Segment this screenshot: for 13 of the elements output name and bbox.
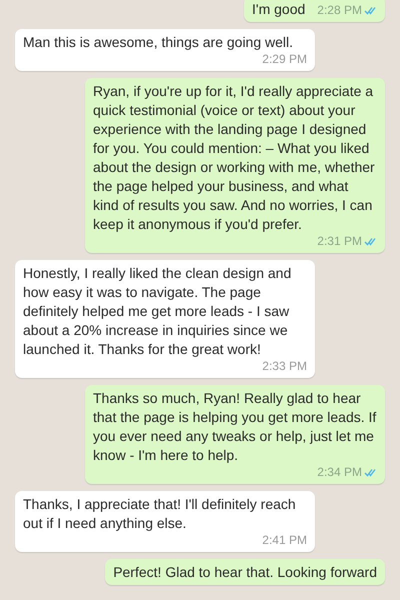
message-time: 2:31 PM	[317, 234, 362, 249]
message-text: Thanks, I appreciate that! I'll definitely reach out if I need anything else.	[23, 495, 297, 533]
message-text: Ryan, if you're up for it, I'd really appreciate a quick testimonial (voice or text) about your experience with the landing page I designed for you. You could mention: – What you liked about the design or working with me, whether the page helped your business, and what kind of results you saw. And no worries, I can keep it anonymous if you'd prefer.	[93, 82, 376, 234]
message-text: Perfect! Glad to hear that. Looking forward	[113, 563, 377, 582]
message-time: 2:41 PM	[262, 533, 307, 548]
message-time: 2:28 PM	[317, 3, 362, 18]
message-time: 2:29 PM	[262, 52, 307, 67]
message-time: 2:33 PM	[262, 359, 307, 374]
message-text: Thanks so much, Ryan! Really glad to hear that the page is helping you get more leads. If you ever need any tweaks or help, just let me know - I'm here to help.	[93, 389, 377, 465]
message-time: 2:34 PM	[317, 465, 362, 480]
message-text: Honestly, I really liked the clean design and how easy it was to navigate. The page definitely helped me get more leads - I saw about a 20% increase in inquiries since we launched it. Thanks for the great work!	[23, 264, 292, 359]
message-text: Man this is awesome, things are going well.	[23, 33, 294, 52]
message-text: I'm good	[252, 0, 306, 19]
